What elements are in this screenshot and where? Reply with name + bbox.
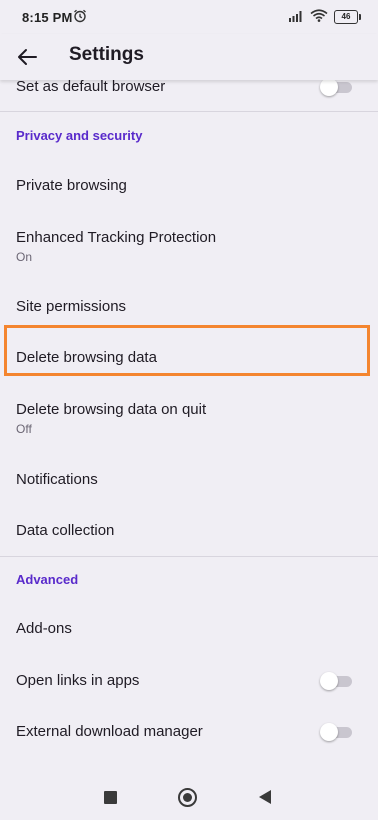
back-button[interactable] bbox=[12, 42, 42, 72]
status-bar: 8:15 PM 46 bbox=[0, 0, 378, 34]
list-item-private-browsing[interactable]: Private browsing bbox=[0, 166, 378, 206]
list-item-open-links[interactable]: Open links in apps bbox=[0, 662, 378, 702]
open-links-label: Open links in apps bbox=[16, 672, 140, 689]
recents-button[interactable] bbox=[104, 791, 117, 804]
list-item-data-collection[interactable]: Data collection bbox=[0, 512, 378, 552]
divider bbox=[0, 556, 378, 557]
status-time: 8:15 PM bbox=[22, 10, 73, 25]
list-item-default-browser[interactable]: Set as default browser bbox=[0, 77, 378, 107]
list-item-tracking-protection[interactable]: Enhanced Tracking Protection On bbox=[0, 218, 378, 272]
app-bar: Settings bbox=[0, 34, 378, 80]
list-item-site-permissions[interactable]: Site permissions bbox=[0, 288, 378, 328]
status-right: 46 bbox=[288, 9, 361, 25]
data-collection-label: Data collection bbox=[16, 522, 115, 539]
system-back-button[interactable] bbox=[259, 790, 271, 804]
section-header-advanced: Advanced bbox=[16, 572, 79, 587]
default-browser-toggle[interactable] bbox=[320, 78, 352, 96]
default-browser-label: Set as default browser bbox=[16, 78, 166, 95]
divider bbox=[0, 111, 378, 112]
delete-browsing-data-label: Delete browsing data bbox=[16, 349, 157, 366]
tracking-protection-status: On bbox=[16, 250, 33, 264]
list-item-addons[interactable]: Add-ons bbox=[0, 610, 378, 650]
download-manager-toggle[interactable] bbox=[320, 723, 352, 741]
wifi-icon bbox=[310, 9, 328, 25]
section-header-privacy: Privacy and security bbox=[16, 128, 143, 143]
list-item-delete-on-quit[interactable]: Delete browsing data on quit Off bbox=[0, 390, 378, 444]
download-manager-label: External download manager bbox=[16, 723, 203, 740]
page-title: Settings bbox=[69, 44, 144, 65]
signal-icon bbox=[288, 10, 304, 25]
open-links-toggle[interactable] bbox=[320, 672, 352, 690]
notifications-label: Notifications bbox=[16, 471, 98, 488]
private-browsing-label: Private browsing bbox=[16, 177, 127, 194]
arrow-left-icon bbox=[18, 49, 37, 65]
battery-icon: 46 bbox=[334, 10, 361, 24]
delete-on-quit-label: Delete browsing data on quit bbox=[16, 401, 207, 418]
home-button[interactable] bbox=[178, 788, 197, 807]
tracking-protection-label: Enhanced Tracking Protection bbox=[16, 229, 217, 246]
delete-on-quit-status: Off bbox=[16, 422, 32, 436]
list-item-notifications[interactable]: Notifications bbox=[0, 461, 378, 501]
addons-label: Add-ons bbox=[16, 620, 72, 637]
list-item-delete-browsing-data[interactable]: Delete browsing data bbox=[0, 338, 378, 378]
list-item-download-manager[interactable]: External download manager bbox=[0, 713, 378, 753]
system-nav-bar bbox=[0, 774, 378, 820]
site-permissions-label: Site permissions bbox=[16, 298, 127, 315]
alarm-icon bbox=[73, 9, 87, 26]
